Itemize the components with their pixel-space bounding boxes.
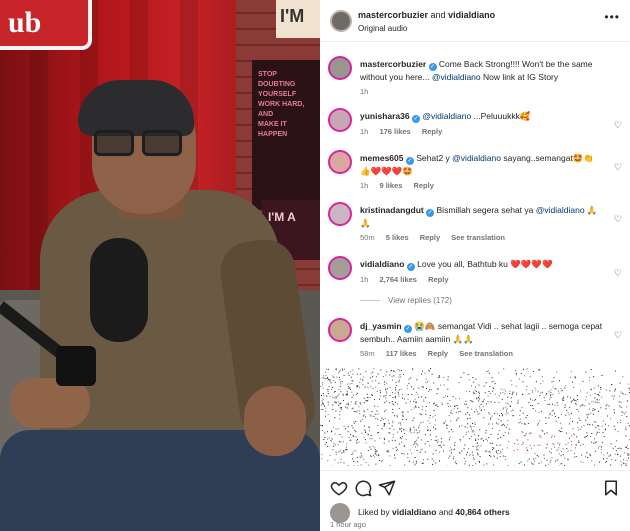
- comment-text: ...Peluuukkk🥰: [473, 111, 531, 121]
- audio-label[interactable]: Original audio: [358, 24, 407, 33]
- avatar[interactable]: [330, 10, 352, 32]
- timestamp: 1h: [360, 87, 369, 96]
- post-media[interactable]: ub I'M STOP DOUBTING YOURSELF WORK HARD,…: [0, 0, 320, 531]
- comment-likes[interactable]: 117 likes: [386, 349, 417, 358]
- comment-username[interactable]: memes605: [360, 153, 403, 163]
- timestamp: 58m: [360, 349, 375, 358]
- comment-username[interactable]: dj_yasmin: [360, 321, 402, 331]
- avatar[interactable]: [328, 56, 352, 80]
- avatar[interactable]: [328, 150, 352, 174]
- timestamp: 1h: [360, 181, 369, 190]
- comment-text: sayang..semangat🤩👏: [503, 153, 594, 163]
- sunglasses: [94, 130, 188, 156]
- heart-icon[interactable]: ♡: [614, 162, 622, 173]
- studio-sign-left: ub: [0, 0, 92, 50]
- heart-icon[interactable]: ♡: [614, 330, 622, 341]
- post-actions: Liked by vidialdiano and 40,864 others 1…: [320, 470, 630, 531]
- liked-by-username[interactable]: vidialdiano: [392, 507, 436, 517]
- verified-badge-icon: ✓: [403, 325, 412, 333]
- comment-username[interactable]: vidialdiano: [360, 259, 404, 269]
- bookmark-icon[interactable]: [602, 479, 620, 497]
- avatar[interactable]: [328, 256, 352, 280]
- author-username[interactable]: mastercorbuzier: [358, 10, 428, 20]
- post-timestamp[interactable]: 1 hour ago: [330, 520, 366, 529]
- timestamp: 1h: [360, 275, 369, 284]
- see-translation-link[interactable]: See translation: [451, 233, 505, 242]
- obscured-comments-area: [320, 368, 630, 466]
- mention-link[interactable]: @vidialdiano: [452, 153, 501, 163]
- comment-username[interactable]: kristinadangdut: [360, 205, 424, 215]
- comment-text: 🙏: [586, 205, 598, 215]
- view-replies-button[interactable]: View replies (172): [360, 296, 452, 305]
- reply-button[interactable]: Reply: [428, 275, 448, 284]
- comment-text: Bismillah segera sehat ya: [436, 205, 534, 215]
- comment-likes[interactable]: 5 likes: [386, 233, 409, 242]
- person-hand: [244, 386, 306, 456]
- heart-icon[interactable]: ♡: [614, 214, 622, 225]
- reply-button[interactable]: Reply: [420, 233, 440, 242]
- studio-sign-right: I'M: [276, 0, 320, 38]
- comment-likes[interactable]: 2,764 likes: [379, 275, 417, 284]
- microphone: [90, 238, 148, 342]
- mention-link[interactable]: @vidialdiano: [432, 72, 481, 82]
- share-icon[interactable]: [378, 479, 396, 497]
- comment-text: Sehat2 y: [416, 153, 450, 163]
- heart-icon[interactable]: ♡: [614, 120, 622, 131]
- verified-badge-icon: ✓: [412, 115, 420, 123]
- comment-likes[interactable]: 176 likes: [379, 127, 410, 136]
- see-translation-link[interactable]: See translation: [459, 349, 513, 358]
- verified-badge-icon: ✓: [426, 209, 435, 217]
- comment-icon[interactable]: [354, 479, 372, 497]
- verified-badge-icon: ✓: [406, 263, 415, 271]
- comment-username[interactable]: yunishara36: [360, 111, 410, 121]
- comment-text: 🙏: [360, 218, 371, 228]
- reply-button[interactable]: Reply: [422, 127, 442, 136]
- comment-text: 👍❤️❤️❤️🤩: [360, 166, 413, 176]
- timestamp: 50m: [360, 233, 375, 242]
- caption-username[interactable]: mastercorbuzier: [360, 59, 426, 69]
- verified-badge-icon: ✓: [405, 157, 414, 165]
- post-authors: mastercorbuzier and vidialdiano: [358, 10, 496, 20]
- avatar[interactable]: [328, 318, 352, 342]
- mic-mount: [56, 346, 96, 386]
- liked-by: Liked by vidialdiano and 40,864 others: [358, 507, 510, 517]
- avatar[interactable]: [328, 202, 352, 226]
- more-horizontal-icon[interactable]: •••: [604, 10, 620, 24]
- comment-likes[interactable]: 9 likes: [379, 181, 402, 190]
- mention-link[interactable]: @vidialdiano: [536, 205, 585, 215]
- likes-count[interactable]: 40,864 others: [455, 507, 509, 517]
- post-panel: mastercorbuzier and vidialdiano Original…: [320, 0, 630, 531]
- timestamp: 1h: [360, 127, 369, 136]
- verified-badge-icon: ✓: [428, 63, 437, 71]
- heart-icon[interactable]: [330, 479, 348, 497]
- reply-button[interactable]: Reply: [413, 181, 433, 190]
- flat-cap: [78, 80, 194, 136]
- divider: [360, 300, 380, 302]
- reply-button[interactable]: Reply: [428, 349, 448, 358]
- view-replies-label: View replies (172): [388, 296, 452, 305]
- post-header: mastercorbuzier and vidialdiano Original…: [320, 0, 630, 42]
- mention-link[interactable]: @vidialdiano: [422, 111, 471, 121]
- heart-icon[interactable]: ♡: [614, 268, 622, 279]
- wall-poster-text: STOP DOUBTING YOURSELF WORK HARD, AND MA…: [258, 71, 305, 138]
- avatar[interactable]: [328, 108, 352, 132]
- caption-text: Now link at IG Story: [483, 72, 559, 82]
- coauthor-username[interactable]: vidialdiano: [448, 10, 495, 20]
- comment-text: Love you all, Bathtub ku ❤️❤️❤️❤️: [417, 259, 553, 269]
